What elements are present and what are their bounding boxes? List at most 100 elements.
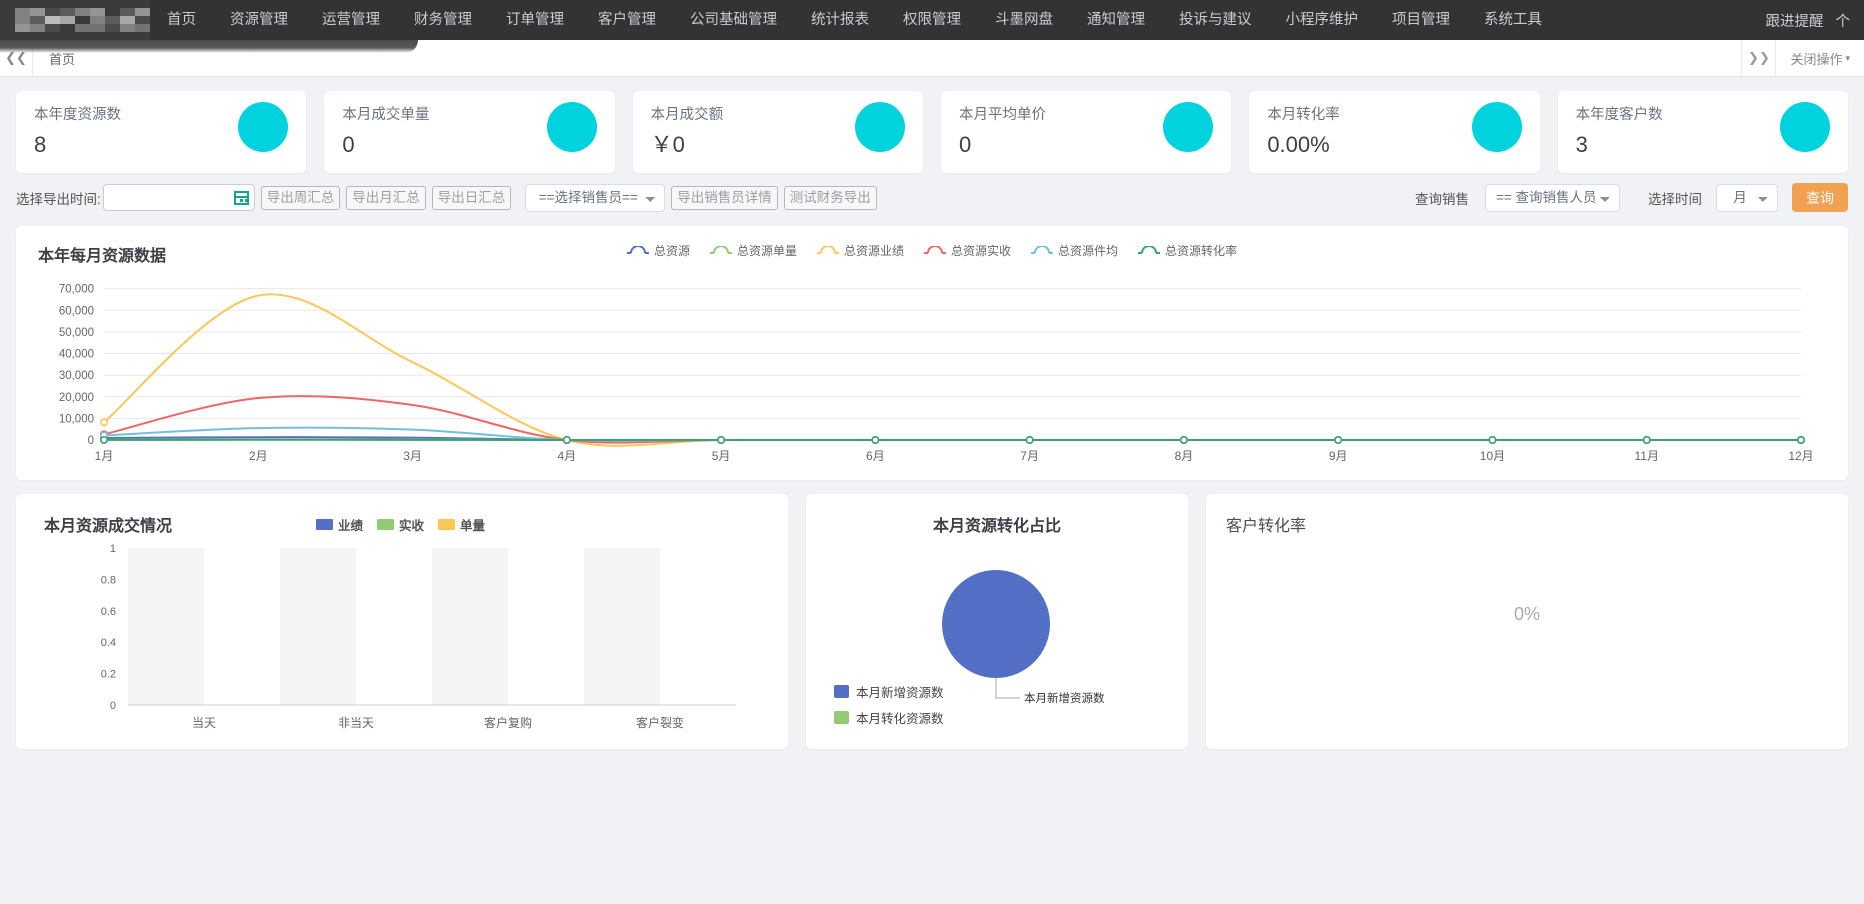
nav-item-12[interactable]: 小程序维护 [1269,0,1376,40]
export-time-label: 选择导出时间: [16,188,101,208]
svg-text:1: 1 [110,543,116,555]
nav-item-label: 统计报表 [811,12,869,28]
bar-legend-label: 单量 [460,515,485,534]
nav-item-1[interactable]: 资源管理 [213,0,305,40]
svg-text:11月: 11月 [1634,449,1658,463]
pie-chart-title: 本月资源转化占比 [806,494,1188,536]
nav-item-8[interactable]: 权限管理 [886,0,978,40]
svg-text:当天: 当天 [192,716,216,730]
nav-item-10[interactable]: 通知管理 [1070,0,1162,40]
double-chevron-left-icon[interactable]: ❮❮ [0,40,33,76]
svg-text:客户复购: 客户复购 [484,715,532,730]
svg-text:0: 0 [110,700,116,712]
nav-personal[interactable]: 个 [1830,10,1857,31]
export-day-summary-button[interactable]: 导出日汇总 [432,186,512,210]
svg-text:70,000: 70,000 [59,284,94,296]
svg-text:40,000: 40,000 [59,349,94,361]
nav-item-13[interactable]: 项目管理 [1375,0,1467,40]
bar-legend-item-0[interactable]: 业绩 [316,515,363,534]
legend-marker-icon [627,246,649,256]
customer-conversion-value: 0% [1206,604,1848,625]
breadcrumb-tab-home[interactable]: 首页 [33,40,91,76]
nav-item-6[interactable]: 公司基础管理 [673,0,794,40]
nav-item-2[interactable]: 运营管理 [305,0,397,40]
calendar-icon[interactable] [234,191,249,205]
svg-text:3月: 3月 [403,449,422,463]
double-chevron-right-icon[interactable]: ❯❯ [1741,40,1775,76]
legend-marker-icon [1138,246,1160,256]
breadcrumb-bar: ❮❮ 首页 ❯❯ 关闭操作 ▾ [0,40,1864,77]
bar-legend-swatch [438,519,455,530]
kpi-card-2[interactable]: 本月成交额￥0 [633,91,923,173]
legend-marker-icon [817,246,839,256]
nav-item-3[interactable]: 财务管理 [397,0,489,40]
salesperson-select[interactable]: ==选择销售员== [525,184,665,212]
pie-chart-legend: 本月新增资源数本月转化资源数 [834,675,944,727]
nav-right-section: 跟进提醒 个 [1760,0,1864,40]
nav-item-4[interactable]: 订单管理 [489,0,581,40]
kpi-accent-circle [238,102,288,152]
close-operations-dropdown[interactable]: 关闭操作 ▾ [1775,40,1864,76]
line-chart-legend: 总资源 总资源单量 总资源业绩 总资源实收 总资源件均 总资源转化率 [16,242,1848,259]
bar-legend-item-2[interactable]: 单量 [438,515,485,534]
svg-text:0.8: 0.8 [101,574,116,586]
nav-item-11[interactable]: 投诉与建议 [1162,0,1269,40]
export-date-input[interactable] [103,184,255,211]
nav-item-5[interactable]: 客户管理 [581,0,673,40]
legend-item-3[interactable]: 总资源实收 [924,242,1011,259]
legend-label: 总资源单量 [737,242,797,259]
nav-item-7[interactable]: 统计报表 [794,0,886,40]
legend-item-4[interactable]: 总资源件均 [1031,242,1118,259]
breadcrumb-tab-label: 首页 [49,49,75,68]
customer-conversion-rate-panel: 客户转化率 0% [1206,494,1848,749]
kpi-card-4[interactable]: 本月转化率0.00% [1249,91,1539,173]
nav-item-label: 公司基础管理 [690,12,777,28]
nav-item-label: 投诉与建议 [1179,12,1252,28]
legend-marker-icon [924,246,946,256]
legend-item-1[interactable]: 总资源单量 [710,242,797,259]
nav-item-label: 系统工具 [1484,12,1542,28]
svg-text:1月: 1月 [95,449,114,463]
export-month-summary-button[interactable]: 导出月汇总 [346,186,426,210]
legend-item-2[interactable]: 总资源业绩 [817,242,904,259]
bar-legend-item-1[interactable]: 实收 [377,515,424,534]
svg-text:非当天: 非当天 [338,716,374,730]
kpi-card-5[interactable]: 本年度客户数3 [1558,91,1848,173]
svg-text:0: 0 [88,435,94,447]
query-salesperson-select[interactable]: == 查询销售人员 == [1485,184,1620,212]
svg-text:4月: 4月 [557,449,576,463]
nav-follow-up-reminder[interactable]: 跟进提醒 [1760,10,1830,31]
pie-legend-item-0[interactable]: 本月新增资源数 [834,682,944,701]
nav-item-14[interactable]: 系统工具 [1467,0,1559,40]
chevron-down-icon: ▾ [1845,53,1850,64]
kpi-card-1[interactable]: 本月成交单量0 [324,91,614,173]
kpi-card-3[interactable]: 本月平均单价0 [941,91,1231,173]
time-period-select[interactable]: 月 [1716,184,1778,212]
pie-legend-label: 本月转化资源数 [856,708,944,727]
nav-item-0[interactable]: 首页 [150,0,213,40]
svg-text:0.6: 0.6 [101,606,116,618]
pie-legend-item-1[interactable]: 本月转化资源数 [834,708,944,727]
bar-legend-swatch [316,519,333,530]
nav-item-9[interactable]: 斗墨网盘 [978,0,1070,40]
monthly-deal-bar-chart-panel: 本月资源成交情况 业绩实收单量 00.20.40.60.81当天非当天客户复购客… [16,494,788,749]
export-salesperson-detail-button[interactable]: 导出销售员详情 [671,186,778,210]
company-logo [0,0,150,40]
nav-item-label: 资源管理 [230,12,288,28]
legend-item-5[interactable]: 总资源转化率 [1138,242,1237,259]
bar-chart-plot[interactable]: 00.20.40.60.81当天非当天客户复购客户裂变 [16,536,788,741]
query-button[interactable]: 查询 [1792,183,1848,212]
legend-marker-icon [710,246,732,256]
export-week-summary-button[interactable]: 导出周汇总 [261,186,341,210]
breadcrumb-spacer [91,40,1741,76]
test-finance-export-button[interactable]: 测试财务导出 [784,186,877,210]
main-menu: 首页 资源管理 运营管理财务管理 订单管理 客户管理 公司基础管理 统计报表 权限管理斗墨网盘… [150,0,1760,40]
customer-conversion-title: 客户转化率 [1206,494,1848,536]
resource-conversion-pie-panel: 本月资源转化占比 本月新增资源数 本月新增资源数本月转化资源数 [806,494,1188,749]
line-chart-plot[interactable]: 010,00020,00030,00040,00050,00060,00070,… [16,272,1848,472]
kpi-card-0[interactable]: 本年度资源数8 [16,91,306,173]
nav-item-label: 订单管理 [506,12,564,28]
svg-text:6月: 6月 [866,449,885,463]
legend-item-0[interactable]: 总资源 [627,242,690,259]
bar-chart-legend: 业绩实收 单量 [316,515,485,534]
